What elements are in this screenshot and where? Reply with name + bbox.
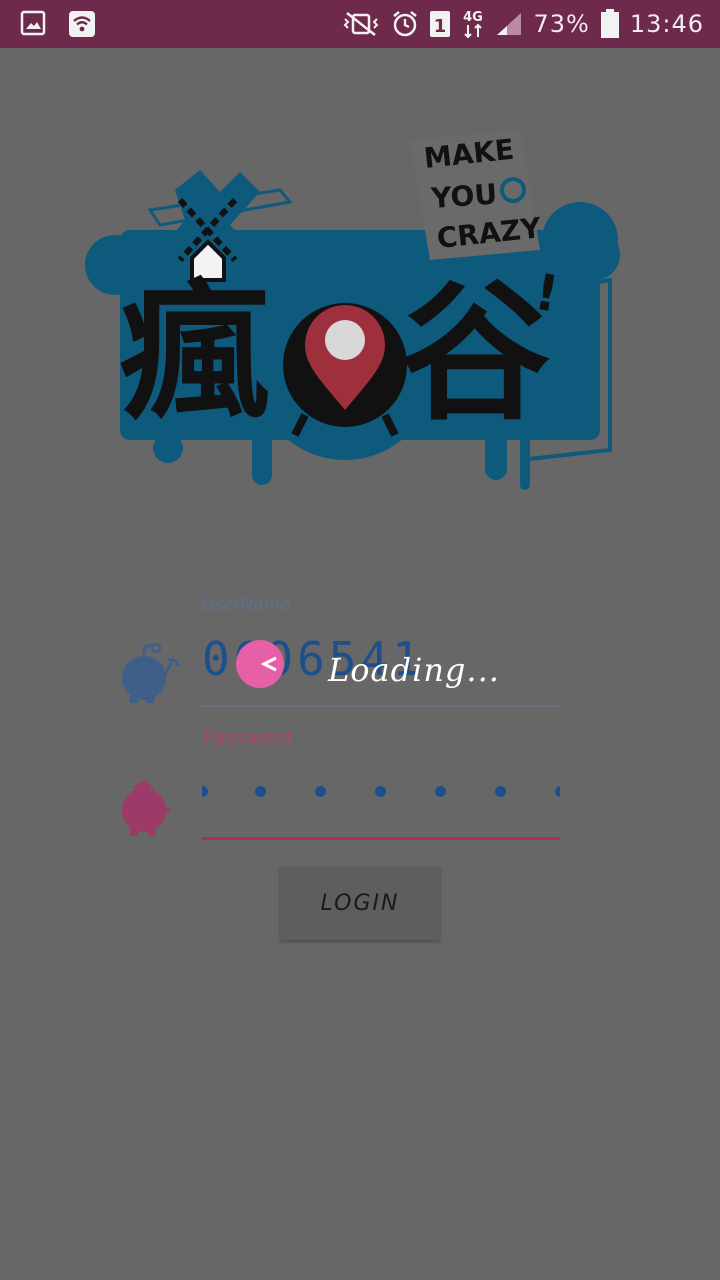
- user-avatar-icon: [116, 640, 182, 710]
- loading-text: Loading...: [328, 651, 500, 689]
- password-label: Password: [202, 727, 292, 749]
- login-button[interactable]: LOGIN: [280, 866, 440, 940]
- login-form: UserName 0606541 Password LOGIN: [0, 0, 720, 1280]
- username-label: UserName: [202, 595, 291, 615]
- password-underline: [202, 837, 560, 840]
- username-underline: [202, 705, 560, 707]
- password-avatar-icon: [118, 776, 174, 842]
- password-field[interactable]: [202, 784, 560, 800]
- loading-spinner-icon: [234, 638, 286, 690]
